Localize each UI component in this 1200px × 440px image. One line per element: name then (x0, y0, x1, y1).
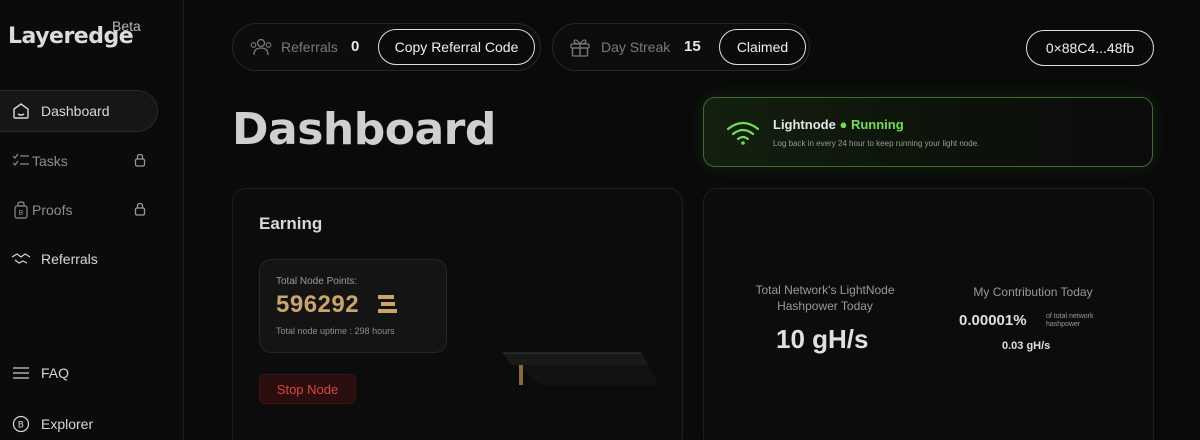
dashboard-icon (10, 100, 32, 122)
network-card: Total Network's LightNode Hashpower Toda… (703, 188, 1154, 440)
day-streak-count: 15 (684, 38, 701, 55)
copy-referral-code-button[interactable]: Copy Referral Code (378, 29, 535, 65)
faq-icon (10, 362, 32, 384)
contribution-percent: 0.00001% (959, 312, 1027, 329)
stop-node-button[interactable]: Stop Node (259, 374, 356, 404)
contribution-hashpower: 0.03 gH/s (1002, 340, 1051, 352)
contribution-label: My Contribution Today (973, 285, 1093, 299)
status-note: Log back in every 24 hour to keep runnin… (773, 139, 980, 148)
network-hashpower-label: Total Network's LightNode Hashpower Toda… (740, 282, 910, 314)
sidebar-item-dashboard[interactable]: Dashboard (0, 90, 158, 132)
sidebar-item-label: FAQ (41, 365, 70, 381)
sidebar-item-label: Dashboard (41, 103, 110, 119)
points-label: Total Node Points: (276, 276, 358, 287)
node-points-box: Total Node Points: 596292 Total node upt… (259, 259, 447, 353)
contribution-note: of total network hashpower (1046, 313, 1093, 329)
status-dot: ● (839, 117, 848, 132)
day-streak-pill: Day Streak 15 Claimed (552, 23, 810, 71)
points-value: 596292 (276, 291, 360, 318)
svg-text:B: B (19, 209, 24, 217)
status-title: Lightnode ● Running (773, 117, 904, 132)
sidebar-item-proofs[interactable]: B Proofs (0, 189, 158, 231)
sidebar: Layeredge Beta Dashboard Tasks B Proofs … (0, 0, 184, 440)
earning-card: Earning Total Node Points: 596292 Total … (232, 188, 683, 440)
sidebar-item-label: Tasks (32, 153, 68, 169)
beta-tag: Beta (112, 18, 141, 34)
sidebar-item-label: Referrals (41, 251, 98, 267)
referrals-icon (10, 248, 32, 270)
sidebar-item-tasks[interactable]: Tasks (0, 140, 158, 182)
explorer-icon: B (10, 413, 32, 435)
label-line: Total Network's LightNode (755, 283, 895, 297)
sidebar-item-label: Explorer (41, 416, 94, 432)
page-title: Dashboard (232, 104, 496, 155)
node-uptime: Total node uptime : 298 hours (276, 326, 395, 336)
referrals-count: 0 (351, 38, 360, 55)
label-line: Hashpower Today (777, 299, 873, 313)
layeredge-token-icon (378, 295, 398, 318)
wallet-address-button[interactable]: 0×88C4...48fb (1026, 30, 1154, 66)
sidebar-item-referrals[interactable]: Referrals (0, 238, 158, 280)
lock-icon (134, 202, 146, 219)
svg-text:B: B (18, 421, 24, 431)
wifi-icon (726, 120, 760, 151)
claimed-button[interactable]: Claimed (719, 29, 806, 65)
referrals-label: Referrals (281, 39, 338, 55)
sidebar-item-label: Proofs (32, 202, 73, 218)
users-icon (249, 37, 273, 62)
node-name: Lightnode (773, 117, 836, 132)
proofs-icon: B (10, 199, 32, 221)
status-state: Running (850, 117, 904, 132)
tasks-icon (10, 150, 32, 172)
note-line: hashpower (1046, 321, 1081, 328)
node-illustration (499, 347, 661, 396)
lock-icon (134, 153, 146, 170)
sidebar-item-faq[interactable]: FAQ (0, 352, 158, 394)
network-hashpower-value: 10 gH/s (776, 324, 869, 354)
sidebar-item-explorer[interactable]: B Explorer (0, 403, 158, 440)
note-line: of total network (1046, 313, 1094, 320)
gift-icon (569, 37, 591, 62)
lightnode-status-card: Lightnode ● Running Log back in every 24… (703, 97, 1153, 167)
day-streak-label: Day Streak (601, 39, 671, 55)
referrals-pill: Referrals 0 Copy Referral Code (232, 23, 541, 71)
earning-title: Earning (259, 214, 323, 233)
